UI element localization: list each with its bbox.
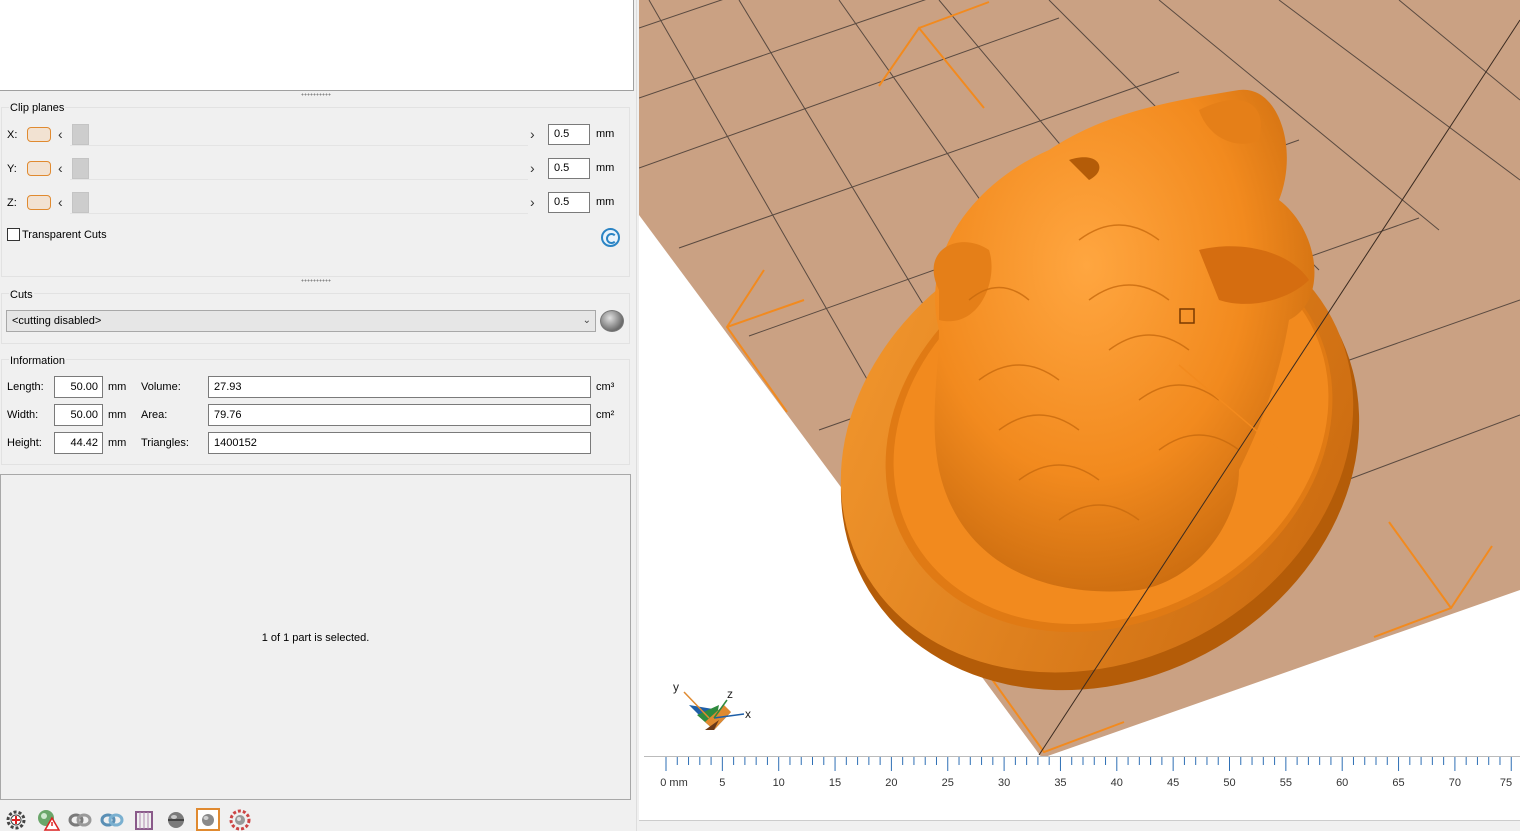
parts-list-area[interactable] [0,0,634,91]
ruler-label-35: 35 [1054,777,1067,789]
length-unit: mm [108,381,127,393]
clip-z-slider[interactable] [70,192,528,214]
viewport-status-strip [639,820,1520,831]
clip-x-unit: mm [596,128,615,140]
warning-sphere-icon[interactable] [36,808,60,831]
clip-z-increase[interactable]: › [530,193,535,211]
clip-z-unit: mm [596,196,615,208]
clip-planes-title: Clip planes [9,102,66,114]
information-title: Information [9,355,67,367]
clip-plane-z-row: Z: ‹ › 0.5 mm [0,192,630,218]
cuts-dropdown[interactable]: <cutting disabled> ⌄ [6,310,596,332]
clip-z-input[interactable]: 0.5 [548,192,590,213]
cuts-title: Cuts [9,289,34,301]
ruler-label-45: 45 [1167,777,1180,789]
gizmo-x-label: x [745,707,751,721]
clip-plane-y-row: Y: ‹ › 0.5 mm [0,158,630,184]
clip-plane-x-row: X: ‹ › 0.5 mm [0,124,630,150]
ruler-label-40: 40 [1110,777,1123,789]
clip-z-label: Z: [7,197,17,209]
ruler-label-50: 50 [1223,777,1236,789]
length-label: Length: [7,381,44,393]
ruler-label-70: 70 [1448,777,1462,789]
triangles-value: 1400152 [208,432,591,454]
measurement-ruler: 0 mm 5 10 15 20 25 30 35 40 45 50 55 60 … [644,756,1520,811]
bottom-toolbar [0,805,636,831]
gear-red-icon[interactable] [228,808,252,831]
cube-frame-icon[interactable] [132,808,156,831]
clip-y-slider-thumb[interactable] [72,158,89,179]
ruler-label-55: 55 [1279,777,1292,789]
ruler-label-65: 65 [1392,777,1405,789]
ruler-label-10: 10 [772,777,785,789]
triangles-label: Triangles: [141,437,189,449]
clip-x-label: X: [7,129,18,141]
height-label: Height: [7,437,42,449]
cuts-dropdown-value: <cutting disabled> [12,315,102,327]
area-value: 79.76 [208,404,591,426]
volume-value: 27.93 [208,376,591,398]
reset-clip-icon[interactable] [601,228,620,247]
ruler-ticks [665,757,1512,771]
clip-y-increase[interactable]: › [530,159,535,177]
clip-x-slider-thumb[interactable] [72,124,89,145]
width-unit: mm [108,409,127,421]
clip-x-toggle[interactable] [27,127,51,142]
height-unit: mm [108,437,127,449]
transparent-cuts-label: Transparent Cuts [22,228,107,241]
ruler-label-60: 60 [1336,777,1349,789]
selection-status-text: 1 of 1 part is selected. [261,632,370,644]
clip-y-label: Y: [7,163,17,175]
ruler-label-0: 0 mm [660,777,688,789]
width-value: 50.00 [54,404,103,426]
clip-y-input[interactable]: 0.5 [548,158,590,179]
scene-canvas[interactable] [639,0,1520,831]
sphere-gray-icon[interactable] [164,808,188,831]
ruler-label-15: 15 [828,777,842,789]
volume-label: Volume: [141,381,181,393]
properties-panel: Clip planes X: ‹ › 0.5 mm Y: ‹ › 0.5 mm … [0,0,636,831]
area-label: Area: [141,409,168,421]
volume-unit: cm³ [596,381,615,393]
link-gray-icon[interactable] [68,808,92,831]
transparent-cuts-option[interactable]: Transparent Cuts [7,228,107,241]
square-frame-icon[interactable] [196,808,220,831]
clip-x-increase[interactable]: › [530,125,535,143]
ruler-label-75: 75 [1499,777,1513,789]
gizmo-z-label: z [727,687,733,701]
clip-y-slider[interactable] [70,158,528,180]
clip-x-input[interactable]: 0.5 [548,124,590,145]
clip-z-slider-thumb[interactable] [72,192,89,213]
transparent-cuts-checkbox[interactable] [7,228,20,241]
length-value: 50.00 [54,376,103,398]
clip-x-decrease[interactable]: ‹ [58,125,63,143]
height-value: 44.42 [54,432,103,454]
cut-sphere-icon[interactable] [600,310,624,332]
chevron-down-icon: ⌄ [582,315,591,326]
clip-y-decrease[interactable]: ‹ [58,159,63,177]
selection-status-panel: 1 of 1 part is selected. [0,474,631,800]
clip-z-decrease[interactable]: ‹ [58,193,63,211]
clip-y-unit: mm [596,162,615,174]
width-label: Width: [7,409,39,421]
ruler-label-30: 30 [997,777,1011,789]
3d-viewport[interactable]: y z x [639,0,1520,831]
gear-add-icon[interactable] [4,808,28,831]
gizmo-y-label: y [673,680,679,694]
clip-x-slider[interactable] [70,124,528,146]
link-blue-icon[interactable] [100,808,124,831]
clip-z-toggle[interactable] [27,195,51,210]
ruler-label-25: 25 [941,777,954,789]
ruler-label-5: 5 [719,777,726,789]
ruler-label-20: 20 [885,777,898,789]
splitter-handle[interactable] [301,93,331,96]
clip-y-toggle[interactable] [27,161,51,176]
area-unit: cm² [596,409,615,421]
orientation-gizmo [683,691,745,730]
splitter-handle-2[interactable] [301,279,331,282]
